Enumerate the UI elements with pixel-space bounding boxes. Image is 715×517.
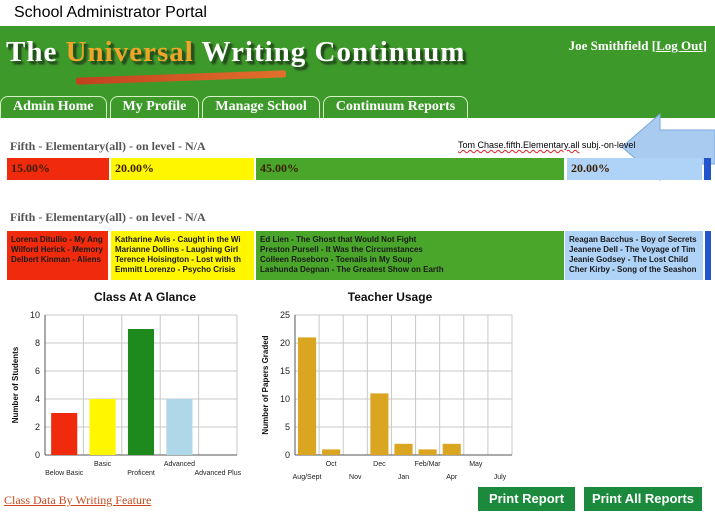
y-tick-label: 25: [280, 310, 290, 320]
x-tick-label: Proficent: [127, 470, 155, 477]
student-link[interactable]: Ed Lien - The Ghost that Would Not Fight: [260, 235, 564, 245]
level-distribution-bar: 15.00% 20.00% 45.00% 20.00%: [7, 158, 715, 180]
callout-text: Tom Chase.fifth.Elementary.all subj.-on-…: [458, 140, 698, 150]
print-all-reports-button[interactable]: Print All Reports: [584, 487, 702, 511]
y-tick-label: 0: [285, 450, 290, 460]
class-at-a-glance-chart: 0 2 4 6 8 10 Below Basic Basic Proficent Advanced…: [11, 310, 242, 477]
callout-text-tail: subj.-on-level: [579, 140, 636, 150]
bar: [298, 337, 317, 455]
bar: [442, 443, 461, 455]
y-axis-label: Number of Papers Graded: [261, 335, 270, 434]
x-tick-label: Apr: [446, 474, 458, 481]
pencil-icon: [75, 70, 287, 85]
y-tick-label: 2: [35, 422, 40, 432]
logo-word-universal: Universal: [65, 36, 194, 68]
student-link[interactable]: Katharine Avis - Caught in the Wi: [115, 235, 254, 245]
teacher-usage-chart: 0 5 10 15 20 25 Aug/Sept Oct Nov Dec Jan Feb/Mar Apr…: [261, 310, 513, 481]
y-tick-label: 0: [35, 450, 40, 460]
segment-proficient[interactable]: 45.00%: [256, 158, 564, 180]
app-logo[interactable]: The Universal Writing Continuum: [6, 36, 466, 85]
student-list-row: Lorena Ditullio - My Ang Wilford Herick …: [7, 231, 715, 280]
bar: [127, 329, 155, 455]
x-tick-label: Jan: [398, 474, 409, 481]
bar: [322, 449, 341, 455]
chart-title-class-at-a-glance: Class At A Glance: [93, 290, 197, 304]
bar: [166, 399, 193, 455]
student-link[interactable]: Reagan Bacchus - Boy of Secrets: [569, 235, 703, 245]
student-link[interactable]: Colleen Roseboro - Toenails in My Soup: [260, 255, 564, 265]
bracket-close: ]: [702, 38, 707, 53]
user-area: Joe Smithfield [Log Out]: [569, 38, 707, 54]
x-tick-label: Advanced: [164, 461, 195, 468]
x-tick-label: July: [494, 474, 507, 481]
student-link[interactable]: Marianne Dollins - Laughing Girl: [115, 245, 254, 255]
y-tick-label: 8: [35, 338, 40, 348]
callout-text-main: Tom Chase.fifth.Elementary.all: [458, 140, 580, 150]
student-link[interactable]: Delbert Kinman - Aliens: [11, 255, 108, 265]
x-tick-label: Nov: [349, 474, 362, 481]
student-link[interactable]: Jeanie Godsey - The Lost Child: [569, 255, 703, 265]
tab-continuum-reports[interactable]: Continuum Reports: [322, 96, 469, 118]
x-tick-label: Advanced Plus: [194, 470, 241, 477]
x-tick-label: Aug/Sept: [293, 474, 322, 481]
y-axis-label: Number of Students: [11, 346, 20, 423]
bar: [89, 399, 116, 455]
student-link[interactable]: Terence Hoisington - Lost with th: [115, 255, 254, 265]
bar: [51, 413, 78, 455]
y-tick-label: 5: [285, 422, 290, 432]
x-tick-label: May: [469, 461, 483, 468]
student-group-advanced: Reagan Bacchus - Boy of Secrets Jeanene …: [565, 231, 703, 280]
y-tick-label: 6: [35, 366, 40, 376]
student-link[interactable]: Lorena Ditullio - My Ang: [11, 235, 108, 245]
student-link[interactable]: Jeanene Dell - The Voyage of Tim: [569, 245, 703, 255]
summary-title: Fifth - Elementary(all) - on level - N/A: [10, 139, 206, 153]
logo-word-continuum: Continuum: [314, 36, 466, 68]
x-tick-label: Basic: [94, 461, 112, 468]
student-group-below-basic: Lorena Ditullio - My Ang Wilford Herick …: [7, 231, 108, 280]
x-tick-label: Oct: [326, 461, 337, 468]
chart-title-teacher-usage: Teacher Usage: [347, 290, 433, 304]
y-tick-label: 10: [30, 310, 40, 320]
y-tick-label: 20: [280, 338, 290, 348]
logo-word-writing: Writing: [201, 36, 307, 68]
y-tick-label: 10: [280, 394, 290, 404]
students-title: Fifth - Elementary(all) - on level - N/A: [10, 210, 206, 224]
segment-advanced[interactable]: 20.00%: [567, 158, 702, 180]
x-tick-label: Feb/Mar: [415, 461, 442, 468]
segment-below-basic[interactable]: 15.00%: [7, 158, 109, 180]
tab-admin-home[interactable]: Admin Home: [0, 96, 107, 118]
x-tick-label: Dec: [373, 461, 386, 468]
tab-my-profile[interactable]: My Profile: [109, 96, 200, 118]
student-link[interactable]: Wilford Herick - Memory: [11, 245, 108, 255]
user-name: Joe Smithfield: [568, 38, 649, 53]
y-tick-label: 15: [280, 366, 290, 376]
class-data-by-writing-feature-link[interactable]: Class Data By Writing Feature: [4, 493, 151, 508]
y-tick-label: 4: [35, 394, 40, 404]
student-group-basic: Katharine Avis - Caught in the Wi Marian…: [111, 231, 254, 280]
logo-word-the: The: [6, 36, 58, 68]
student-group-proficient: Ed Lien - The Ghost that Would Not Fight…: [256, 231, 564, 280]
student-link[interactable]: Lashunda Degnan - The Greatest Show on E…: [260, 265, 564, 275]
student-link[interactable]: Preston Pursell - It Was the Circumstanc…: [260, 245, 564, 255]
bar: [418, 449, 437, 455]
page-caption: School Administrator Portal: [14, 4, 207, 21]
logout-link[interactable]: Log Out: [656, 38, 703, 53]
segment-basic[interactable]: 20.00%: [111, 158, 254, 180]
nav-tabs: Admin Home My Profile Manage School Cont…: [0, 96, 471, 118]
print-report-button[interactable]: Print Report: [478, 487, 575, 511]
bar: [394, 443, 413, 455]
student-link[interactable]: Cher Kirby - Song of the Seashon: [569, 265, 703, 275]
student-group-advanced-plus: [705, 231, 711, 280]
student-link[interactable]: Emmitt Lorenzo - Psycho Crisis: [115, 265, 254, 275]
bar: [370, 393, 389, 455]
x-tick-label: Below Basic: [45, 470, 84, 477]
tab-manage-school[interactable]: Manage School: [202, 96, 320, 118]
segment-advanced-plus[interactable]: [704, 158, 711, 180]
